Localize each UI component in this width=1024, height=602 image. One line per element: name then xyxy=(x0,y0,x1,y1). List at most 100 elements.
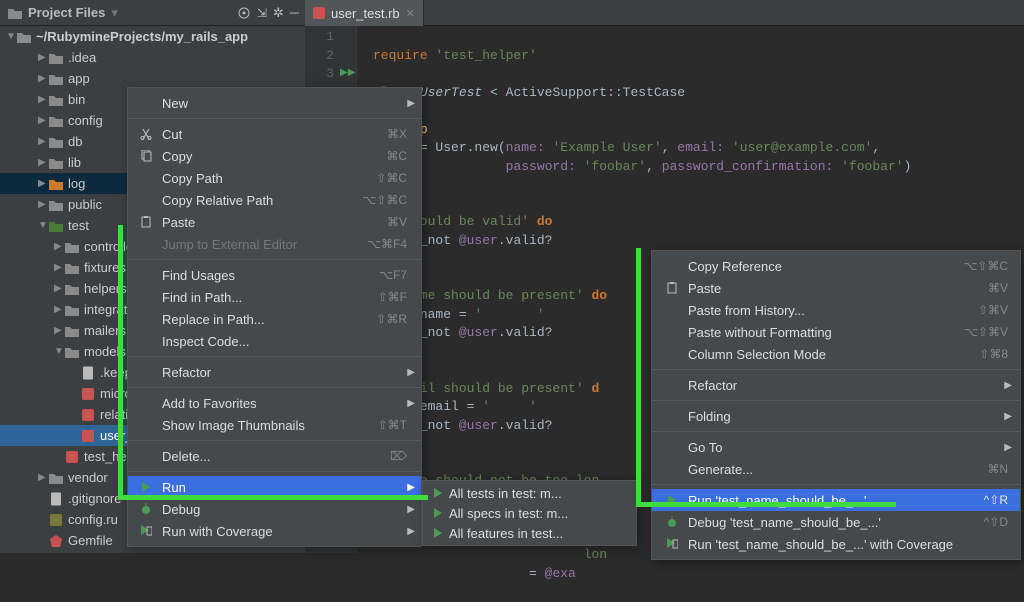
menu-shortcut: ⌘V xyxy=(387,215,407,229)
run-gutter-icon[interactable]: ▶▶ xyxy=(340,65,355,84)
menu-shortcut: ⌘N xyxy=(987,462,1008,476)
menu-run-with-coverage[interactable]: Run with Coverage▶ xyxy=(128,520,421,542)
coverage-icon xyxy=(664,538,680,550)
menu-replace-in-path[interactable]: Replace in Path...⇧⌘R xyxy=(128,308,421,330)
menu-debug[interactable]: Debug▶ xyxy=(128,498,421,520)
file-icon xyxy=(48,491,64,507)
folder-icon xyxy=(64,344,80,360)
menu-item-label: Paste xyxy=(688,281,980,296)
editor-tab-user-test[interactable]: user_test.rb ✕ xyxy=(305,0,424,26)
editor-context-menu[interactable]: Copy Reference⌥⇧⌘CPaste⌘VPaste from Hist… xyxy=(651,250,1021,560)
run-target-item[interactable]: All features in test... xyxy=(423,523,636,543)
menu-item-label: Folding xyxy=(688,409,1008,424)
folder-icon xyxy=(48,50,64,66)
tree-item-label: app xyxy=(68,71,90,86)
play-icon xyxy=(664,495,680,505)
menu-item-label: Copy xyxy=(162,149,378,164)
menu-show-image-thumbnails[interactable]: Show Image Thumbnails⇧⌘T xyxy=(128,414,421,436)
project-panel-title[interactable]: Project Files xyxy=(28,5,105,20)
menu-shortcut: ⇧⌘8 xyxy=(979,347,1008,361)
menu-run[interactable]: Run▶ xyxy=(128,476,421,498)
editor-menu-refactor[interactable]: Refactor▶ xyxy=(652,374,1020,396)
editor-menu-paste[interactable]: Paste⌘V xyxy=(652,277,1020,299)
tree-item-app[interactable]: ▶app xyxy=(0,68,305,89)
menu-item-label: Run 'test_name_should_be_...' with Cover… xyxy=(688,537,1008,552)
run-target-item[interactable]: All specs in test: m... xyxy=(423,503,636,523)
folder-icon xyxy=(64,281,80,297)
chevron-right-icon: ▶ xyxy=(407,367,415,378)
target-icon[interactable] xyxy=(237,5,251,21)
menu-item-label: Run xyxy=(162,480,407,495)
folder-test-icon xyxy=(48,218,64,234)
folder-icon xyxy=(64,323,80,339)
menu-item-label: Debug 'test_name_should_be_...' xyxy=(688,515,976,530)
menu-paste[interactable]: Paste ⌘V xyxy=(128,211,421,233)
menu-item-label: Refactor xyxy=(688,378,1008,393)
menu-refactor[interactable]: Refactor▶ xyxy=(128,361,421,383)
menu-copy-relative-path[interactable]: Copy Relative Path⌥⇧⌘C xyxy=(128,189,421,211)
tree-item-label: test xyxy=(68,218,89,233)
menu-find-usages[interactable]: Find Usages⌥F7 xyxy=(128,264,421,286)
menu-shortcut: ⇧⌘T xyxy=(378,418,407,432)
menu-item-label: Replace in Path... xyxy=(162,312,368,327)
close-icon[interactable]: ✕ xyxy=(406,7,415,20)
menu-item-label: Copy Reference xyxy=(688,259,955,274)
project-context-menu[interactable]: New▶Cut⌘XCopy⌘CCopy Path⇧⌘CCopy Relative… xyxy=(127,87,422,547)
editor-menu-folding[interactable]: Folding▶ xyxy=(652,405,1020,427)
tree-project-root[interactable]: ▼ ~/RubymineProjects/my_rails_app xyxy=(0,26,305,47)
editor-menu-go-to[interactable]: Go To▶ xyxy=(652,436,1020,458)
editor-menu-paste-without-formatting[interactable]: Paste without Formatting⌥⇧⌘V xyxy=(652,321,1020,343)
menu-add-to-favorites[interactable]: Add to Favorites▶ xyxy=(128,392,421,414)
tree-item-label: .gitignore xyxy=(68,491,121,506)
panel-dropdown-icon[interactable]: ▾ xyxy=(111,5,118,21)
menu-find-in-path[interactable]: Find in Path... ⇧⌘F xyxy=(128,286,421,308)
copy-icon xyxy=(138,150,154,162)
ruby-icon xyxy=(64,449,80,465)
editor-menu-column-selection-mode[interactable]: Column Selection Mode⇧⌘8 xyxy=(652,343,1020,365)
menu-cut[interactable]: Cut⌘X xyxy=(128,123,421,145)
ruby-file-icon xyxy=(313,7,325,19)
editor-menu-run-test-name-should-be-with-coverage[interactable]: Run 'test_name_should_be_...' with Cover… xyxy=(652,533,1020,555)
menu-copy-path[interactable]: Copy Path⇧⌘C xyxy=(128,167,421,189)
editor-menu-copy-reference[interactable]: Copy Reference⌥⇧⌘C xyxy=(652,255,1020,277)
menu-copy[interactable]: Copy⌘C xyxy=(128,145,421,167)
menu-item-label: Find in Path... xyxy=(162,290,370,305)
menu-item-label: Add to Favorites xyxy=(162,396,407,411)
hide-icon[interactable]: ─ xyxy=(290,5,299,21)
chevron-right-icon: ▶ xyxy=(1004,411,1012,422)
menu-item-label: Copy Relative Path xyxy=(162,193,354,208)
menu-inspect-code[interactable]: Inspect Code... xyxy=(128,330,421,352)
run-submenu[interactable]: All tests in test: m...All specs in test… xyxy=(422,480,637,546)
editor-tab-label: user_test.rb xyxy=(331,6,400,21)
tree-item-label: db xyxy=(68,134,82,149)
folder-icon xyxy=(64,239,80,255)
gear-icon[interactable]: ✲ xyxy=(273,5,284,21)
menu-item-label: Paste without Formatting xyxy=(688,325,956,340)
editor-menu-debug-test-name-should-be[interactable]: Debug 'test_name_should_be_...' ^⇧D xyxy=(652,511,1020,533)
menu-item-label: Go To xyxy=(688,440,1008,455)
tree-item-label: lib xyxy=(68,155,81,170)
folder-icon xyxy=(64,260,80,276)
editor-menu-run-test-name-should-be[interactable]: Run 'test_name_should_be_...'^⇧R xyxy=(652,489,1020,511)
menu-shortcut: ⇧⌘F xyxy=(378,290,407,304)
paste-icon xyxy=(664,282,680,294)
menu-delete[interactable]: Delete...⌦ xyxy=(128,445,421,467)
chevron-right-icon: ▶ xyxy=(1004,442,1012,453)
menu-shortcut: ⇧⌘V xyxy=(978,303,1008,317)
play-icon xyxy=(433,506,443,521)
editor-menu-paste-from-history[interactable]: Paste from History...⇧⌘V xyxy=(652,299,1020,321)
menu-new[interactable]: New▶ xyxy=(128,92,421,114)
folder-orange-icon xyxy=(48,176,64,192)
tree-item-label: Gemfile xyxy=(68,533,113,548)
run-target-item[interactable]: All tests in test: m... xyxy=(423,483,636,503)
collapse-icon[interactable]: ⇲ xyxy=(257,5,267,21)
bug-icon xyxy=(664,516,680,528)
editor-menu-generate[interactable]: Generate...⌘N xyxy=(652,458,1020,480)
menu-shortcut: ^⇧D xyxy=(984,515,1008,529)
tree-item-label: mailers xyxy=(84,323,126,338)
tree-item--idea[interactable]: ▶.idea xyxy=(0,47,305,68)
bug-icon xyxy=(138,503,154,515)
menu-item-label: Paste xyxy=(162,215,379,230)
folder-icon xyxy=(48,155,64,171)
folder-icon xyxy=(8,7,22,19)
